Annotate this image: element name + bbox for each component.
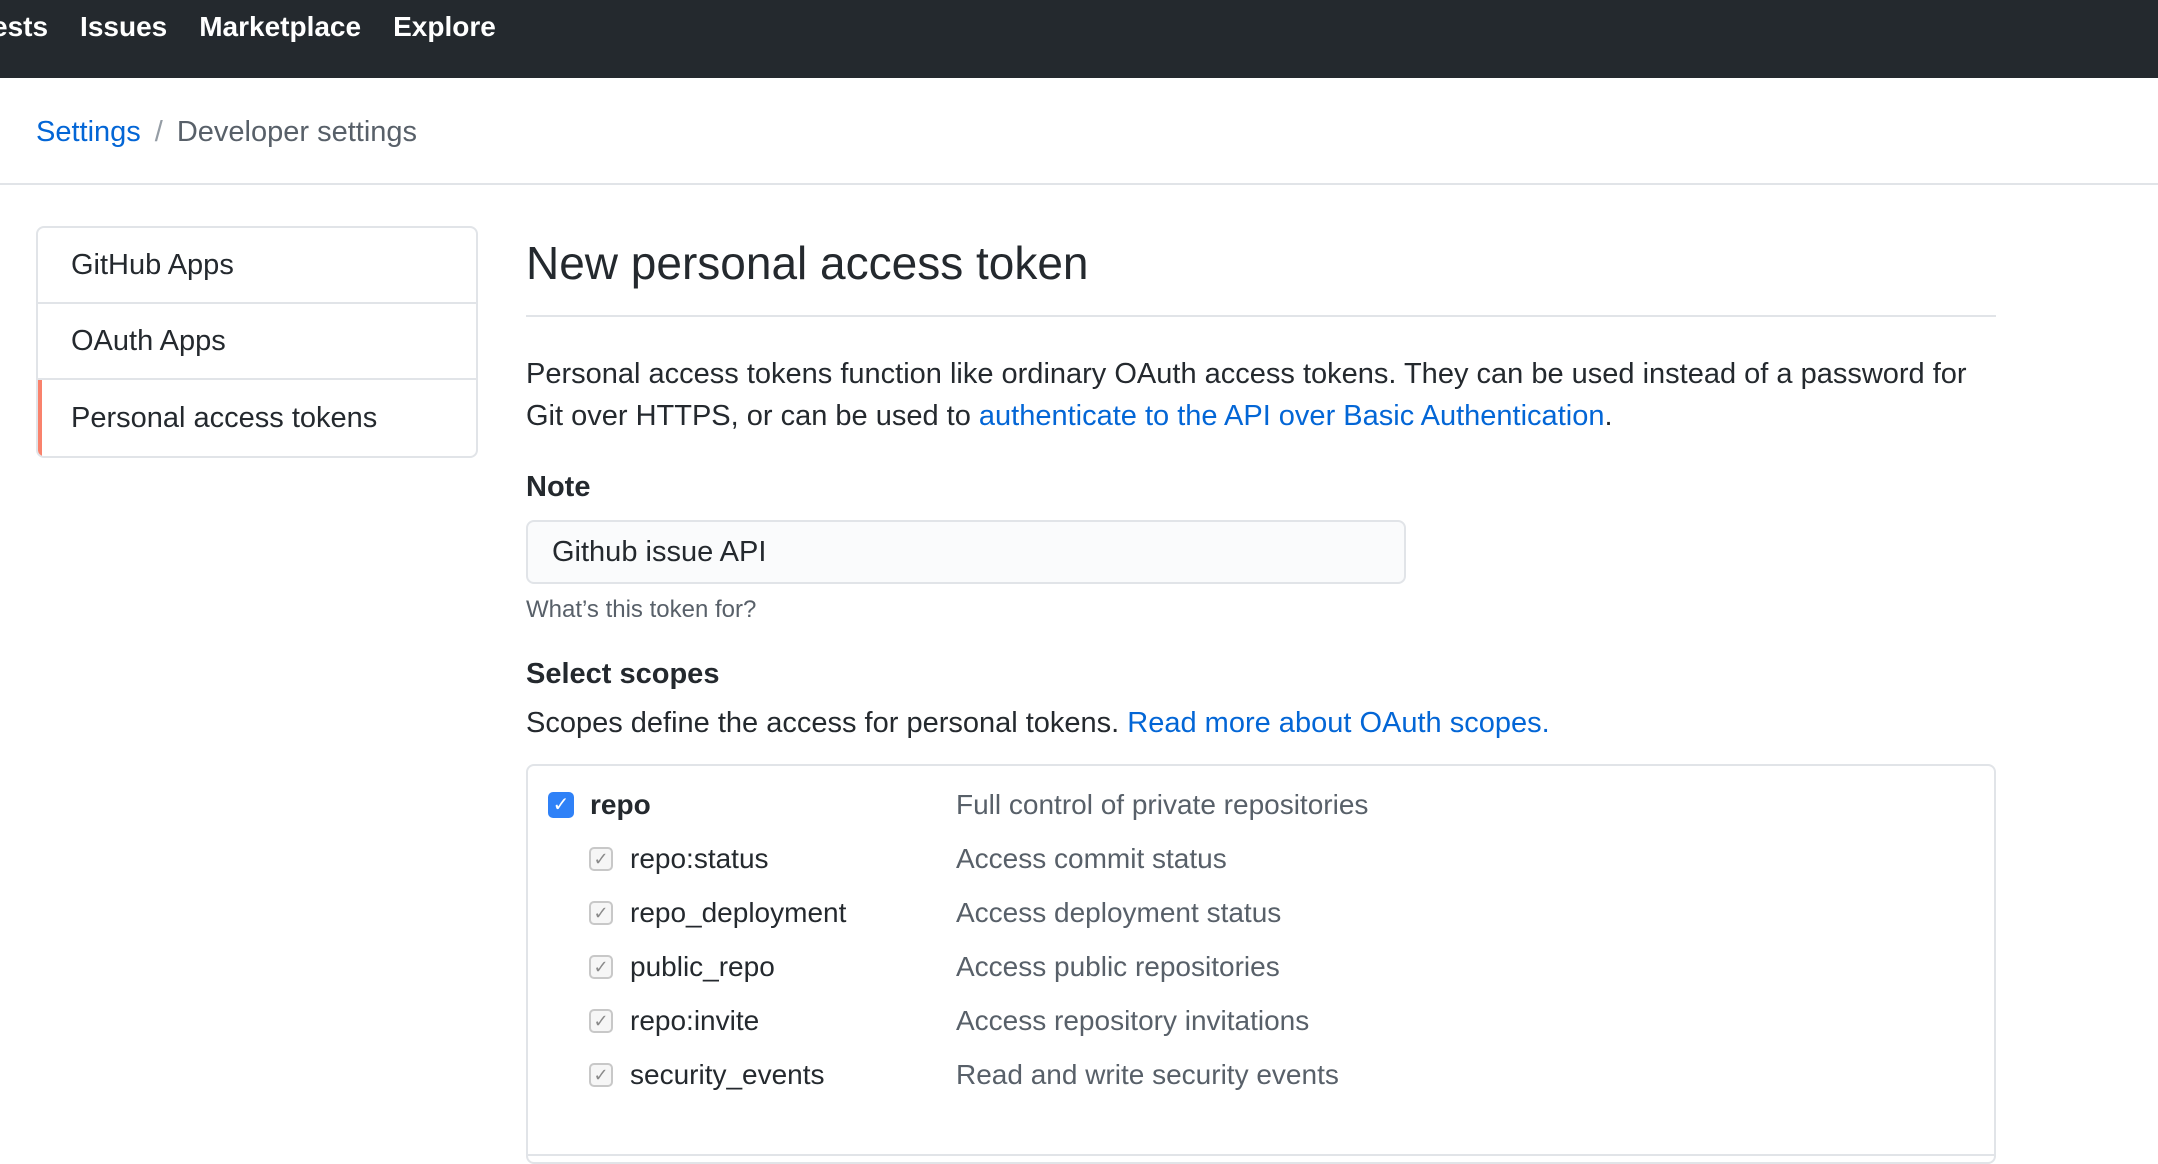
sidebar-item-label: OAuth Apps	[71, 324, 226, 357]
scopes-list: ✓ repo Full control of private repositor…	[526, 764, 1996, 1164]
basic-auth-link[interactable]: authenticate to the API over Basic Authe…	[979, 400, 1605, 432]
breadcrumb-bar: Settings / Developer settings	[0, 78, 2158, 185]
checkmark-icon: ✓	[589, 901, 613, 926]
breadcrumb-separator: /	[154, 116, 163, 148]
scope-checkbox-repo[interactable]: ✓	[548, 792, 574, 819]
main-content: New personal access token Personal acces…	[526, 226, 1996, 1164]
sidebar-item-oauth-apps[interactable]: OAuth Apps	[38, 304, 476, 380]
page-title: New personal access token	[526, 226, 1996, 318]
scope-divider	[528, 1154, 1994, 1157]
scope-checkbox-repo-invite[interactable]: ✓	[588, 1008, 614, 1034]
checkmark-icon: ✓	[589, 847, 613, 872]
scope-description: Access repository invitations	[956, 1005, 1310, 1037]
scope-row-public-repo: ✓ public_repo Access public repositories	[528, 940, 1994, 994]
select-scopes-label: Select scopes	[526, 658, 720, 691]
page-description: Personal access tokens function like ord…	[526, 353, 1996, 437]
oauth-scopes-link[interactable]: Read more about OAuth scopes.	[1127, 707, 1549, 739]
nav-explore[interactable]: Explore	[393, 11, 496, 43]
description-suffix: .	[1604, 400, 1613, 433]
breadcrumb-settings-link[interactable]: Settings	[36, 116, 141, 149]
sidebar-item-label: Personal access tokens	[71, 401, 378, 434]
sidebar-item-personal-access-tokens[interactable]: Personal access tokens	[38, 380, 476, 456]
breadcrumb-current: Developer settings	[176, 116, 418, 148]
scope-row-repo-status: ✓ repo:status Access commit status	[528, 832, 1994, 886]
scope-name: repo:invite	[630, 1005, 760, 1037]
scope-name: repo_deployment	[630, 897, 847, 929]
scope-name: security_events	[630, 1059, 825, 1091]
nav-marketplace[interactable]: Marketplace	[199, 11, 361, 43]
checkmark-icon: ✓	[589, 955, 613, 980]
checkmark-icon: ✓	[589, 1009, 613, 1034]
scope-description: Access public repositories	[956, 951, 1280, 983]
breadcrumb: Settings / Developer settings	[36, 116, 417, 149]
scope-checkbox-repo-deployment[interactable]: ✓	[588, 900, 614, 926]
scope-row-repo: ✓ repo Full control of private repositor…	[528, 778, 1994, 832]
checkmark-icon: ✓	[589, 1063, 613, 1088]
note-hint: What’s this token for?	[526, 596, 757, 624]
scope-name: repo:status	[630, 843, 769, 875]
note-input[interactable]	[526, 520, 1406, 585]
sidebar-item-label: GitHub Apps	[71, 248, 234, 281]
sidebar-item-github-apps[interactable]: GitHub Apps	[38, 228, 476, 304]
checkmark-icon: ✓	[548, 792, 574, 819]
scope-description: Access commit status	[956, 843, 1227, 875]
scope-name: public_repo	[630, 951, 775, 983]
scope-row-repo-invite: ✓ repo:invite Access repository invitati…	[528, 994, 1994, 1048]
note-label: Note	[526, 471, 591, 504]
developer-settings-sidebar: GitHub Apps OAuth Apps Personal access t…	[36, 226, 478, 458]
scope-checkbox-security-events[interactable]: ✓	[588, 1062, 614, 1088]
scope-row-repo-deployment: ✓ repo_deployment Access deployment stat…	[528, 886, 1994, 940]
scope-description: Read and write security events	[956, 1059, 1339, 1091]
top-nav: ests Issues Marketplace Explore	[0, 0, 2158, 78]
scope-description: Full control of private repositories	[956, 789, 1369, 821]
top-nav-items: ests Issues Marketplace Explore	[0, 0, 528, 54]
scope-checkbox-public-repo[interactable]: ✓	[588, 954, 614, 980]
nav-pull-requests[interactable]: ests	[0, 11, 48, 43]
nav-issues[interactable]: Issues	[80, 11, 167, 43]
scope-row-security-events: ✓ security_events Read and write securit…	[528, 1048, 1994, 1102]
scopes-description: Scopes define the access for personal to…	[526, 707, 1996, 740]
scope-checkbox-repo-status[interactable]: ✓	[588, 846, 614, 872]
scope-description: Access deployment status	[956, 897, 1282, 929]
scopes-description-text: Scopes define the access for personal to…	[526, 707, 1128, 740]
scope-name: repo	[590, 789, 651, 821]
